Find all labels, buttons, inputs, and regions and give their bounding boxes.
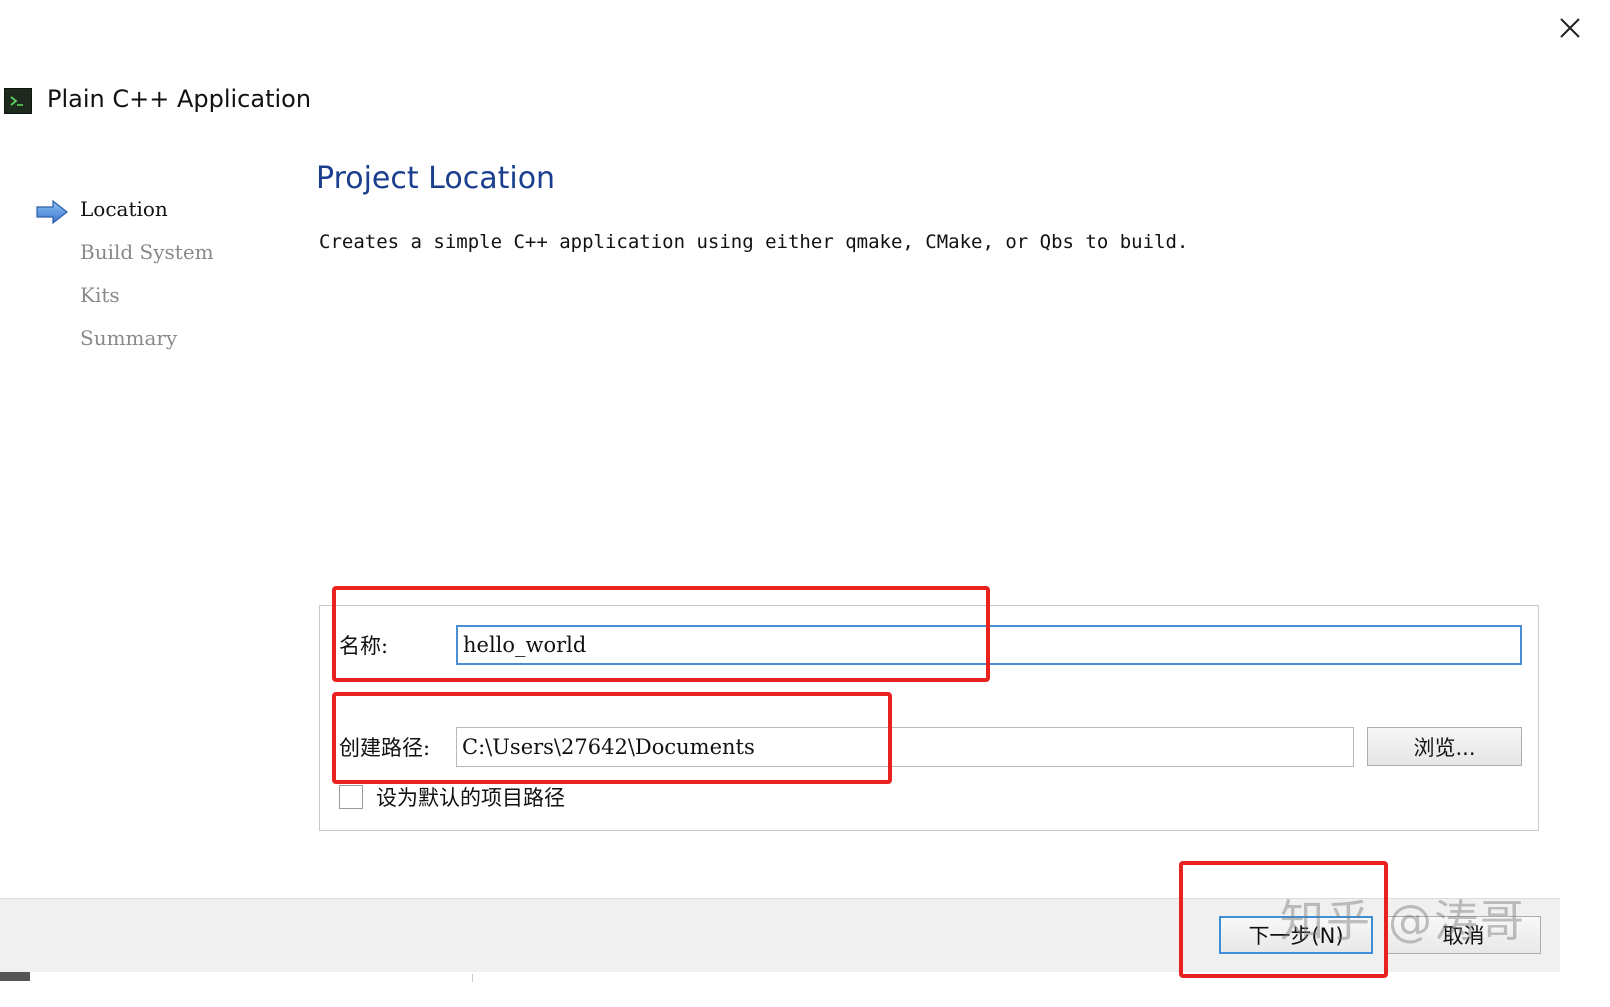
cancel-button[interactable]: 取消	[1386, 916, 1541, 954]
page-description: Creates a simple C++ application using e…	[319, 231, 1188, 253]
window-title: Plain C++ Application	[47, 85, 311, 113]
taskbar-edge	[0, 972, 30, 981]
next-button[interactable]: 下一步(N)	[1219, 916, 1373, 954]
step-location: Location	[80, 197, 168, 221]
default-path-checkbox[interactable]	[339, 785, 363, 809]
name-label: 名称:	[339, 630, 388, 660]
step-summary: Summary	[80, 326, 177, 350]
close-icon	[1558, 16, 1582, 40]
page-title: Project Location	[316, 161, 555, 196]
close-button[interactable]	[1552, 10, 1588, 46]
divider	[472, 974, 473, 982]
path-label: 创建路径:	[339, 732, 430, 762]
name-input[interactable]	[456, 625, 1522, 665]
step-kits: Kits	[80, 283, 120, 307]
default-path-label: 设为默认的项目路径	[376, 782, 565, 812]
browse-button[interactable]: 浏览...	[1367, 727, 1522, 766]
terminal-icon	[4, 88, 32, 114]
step-build-system: Build System	[80, 240, 214, 264]
path-input[interactable]	[456, 727, 1354, 767]
current-step-arrow-icon	[35, 200, 69, 224]
